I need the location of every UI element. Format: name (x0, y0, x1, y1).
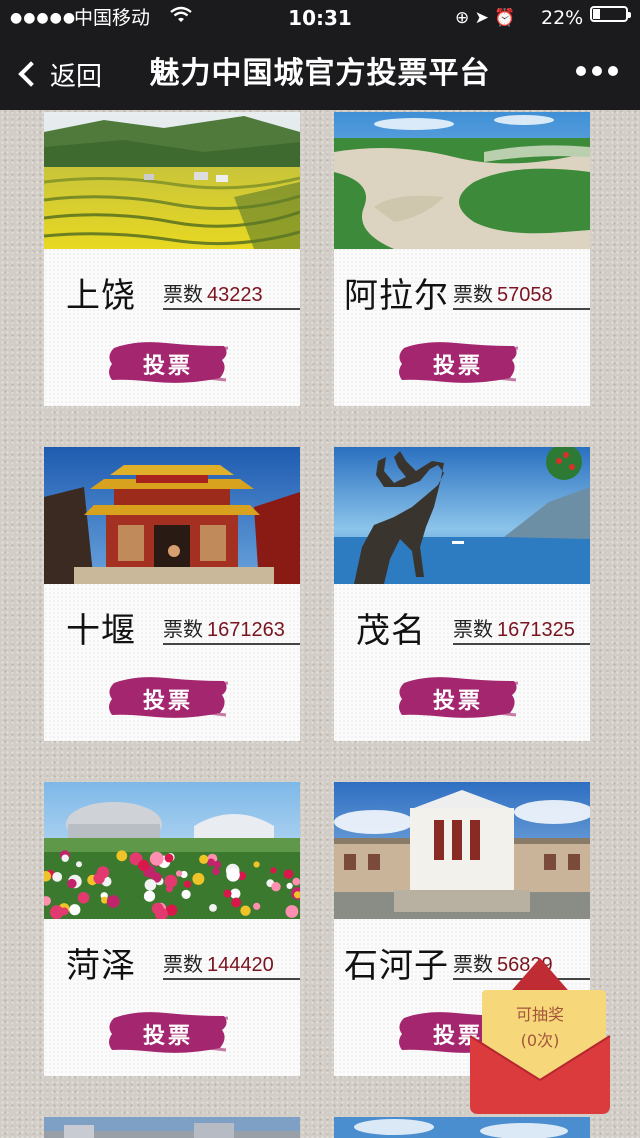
city-name: 上饶 (66, 276, 136, 316)
city-name: 石河子 (344, 946, 449, 986)
city-card: 菏泽 票数 144420 投票 (44, 782, 300, 1076)
vote-button-label: 投票 (142, 353, 193, 379)
vote-button[interactable]: 投票 (106, 673, 230, 723)
city-name: 十堰 (66, 611, 136, 651)
peony-garden-stadium-photo (44, 782, 300, 919)
vote-button[interactable]: 投票 (106, 338, 230, 388)
lottery-red-envelope-button[interactable]: 可抽奖 (0次) (468, 958, 612, 1116)
vote-count-label: 票数 (163, 617, 203, 641)
battery-percent: 22% (541, 7, 584, 29)
vote-count-row: 票数 43223 (163, 278, 300, 310)
more-dot-icon (576, 66, 586, 76)
vote-button[interactable]: 投票 (396, 673, 520, 723)
museum-building-photo (334, 782, 590, 919)
city-name: 菏泽 (66, 946, 136, 986)
vote-count-label: 票数 (163, 282, 203, 306)
lottery-label: 可抽奖 (515, 1005, 564, 1024)
vote-count-row: 票数 1671263 (163, 613, 300, 645)
river-wetland-aerial-photo (334, 112, 590, 249)
city-name: 茂名 (356, 611, 426, 651)
lottery-text: 可抽奖 (0次) (468, 1002, 612, 1054)
vote-count-label: 票数 (453, 617, 493, 641)
vote-button[interactable]: 投票 (106, 1008, 230, 1058)
more-options-button[interactable] (576, 66, 618, 76)
vote-button-label: 投票 (432, 353, 483, 379)
vote-count-label: 票数 (453, 282, 493, 306)
lottery-remaining-count: (0次) (520, 1031, 560, 1050)
vote-count-row: 票数 1671325 (453, 613, 590, 645)
battery-icon (590, 6, 631, 22)
vote-button-label: 投票 (142, 1023, 193, 1049)
vote-button-label: 投票 (142, 688, 193, 714)
navigation-bar: 返回 魅力中国城官方投票平台 (0, 36, 640, 110)
more-dot-icon (608, 66, 618, 76)
city-card: 十堰 票数 1671263 投票 (44, 447, 300, 741)
vote-count-value: 57058 (497, 284, 553, 306)
vote-count-row: 票数 144420 (163, 948, 300, 980)
vote-button[interactable]: 投票 (396, 338, 520, 388)
terraced-rapeseed-fields-photo (44, 112, 300, 249)
more-dot-icon (592, 66, 602, 76)
city-card: 上饶 票数 43223 投票 (44, 112, 300, 406)
vote-count-value: 1671325 (497, 619, 575, 641)
city-card-photo-partial (334, 1117, 590, 1138)
city-card: 茂名 票数 1671325 投票 (334, 447, 590, 741)
vote-count-row: 票数 57058 (453, 278, 590, 310)
battery-level-fill (593, 9, 600, 19)
vote-count-value: 43223 (207, 284, 263, 306)
vote-count-label: 票数 (163, 952, 203, 976)
vote-count-value: 1671263 (207, 619, 285, 641)
city-card: 阿拉尔 票数 57058 投票 (334, 112, 590, 406)
taoist-temple-photo (44, 447, 300, 584)
page-title: 魅力中国城官方投票平台 (149, 56, 491, 91)
vote-count-value: 144420 (207, 954, 274, 976)
equestrian-statue-sea-photo (334, 447, 590, 584)
status-bar: ●●●●● 中国移动 10:31 ⊕ ➤ ⏰ 22% (0, 0, 640, 36)
city-card-photo-partial (44, 1117, 300, 1138)
vote-button-label: 投票 (432, 688, 483, 714)
status-icons: ⊕ ➤ ⏰ (455, 8, 516, 28)
city-name: 阿拉尔 (344, 276, 449, 316)
